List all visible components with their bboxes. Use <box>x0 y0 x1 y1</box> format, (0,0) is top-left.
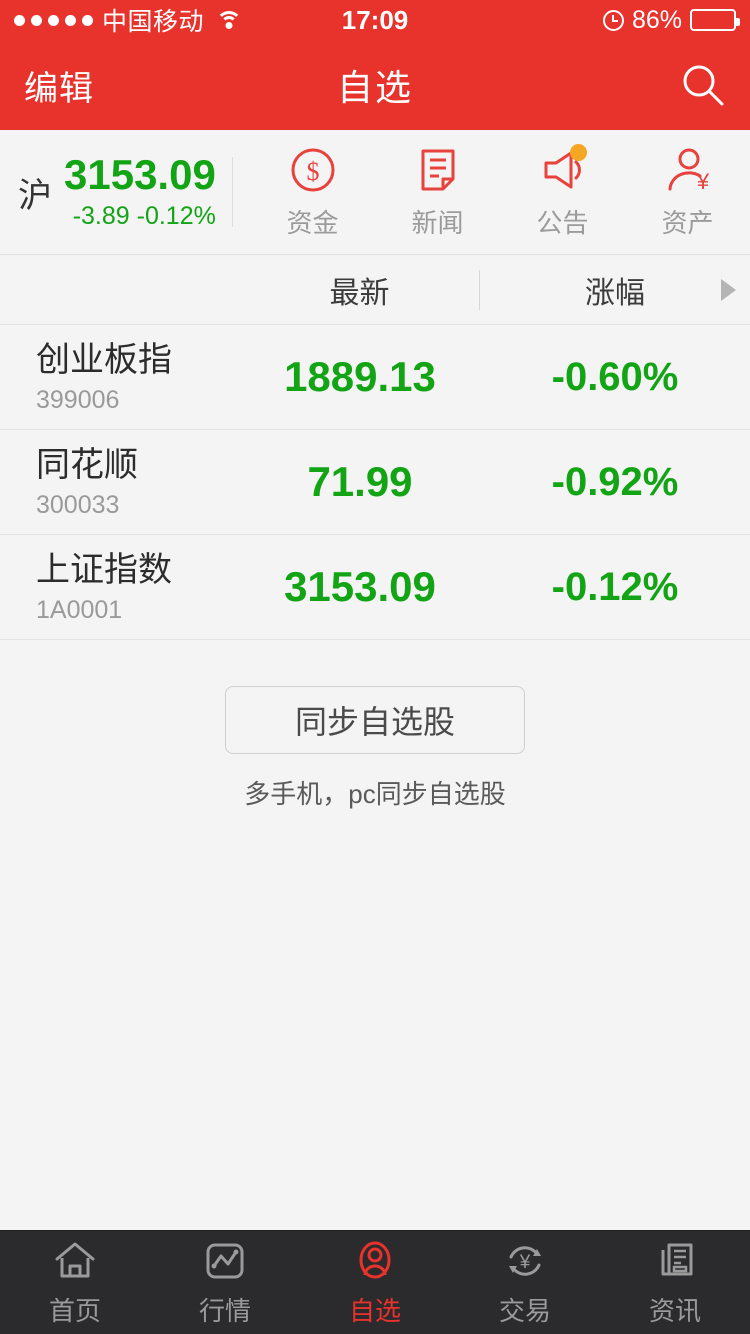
status-bar-right: 86% <box>602 5 740 35</box>
sync-hint-text: 多手机，pc同步自选股 <box>244 779 506 809</box>
home-icon <box>52 1238 98 1284</box>
tab-label: 自选 <box>348 1295 401 1326</box>
stock-identity: 上证指数 1A0001 <box>0 549 240 625</box>
nav-bar: 编辑 自选 <box>0 40 750 130</box>
quick-action-news[interactable]: 新闻 <box>375 145 500 240</box>
sync-section: 同步自选股 多手机，pc同步自选股 <box>0 640 750 811</box>
stock-name: 创业板指 <box>36 341 172 380</box>
quick-action-funds[interactable]: $ 资金 <box>250 145 375 240</box>
quick-actions: $ 资金 新闻 公告 ¥ 资产 <box>250 143 750 240</box>
quick-action-label: 公告 <box>536 207 589 238</box>
stock-code: 300033 <box>36 490 120 519</box>
index-market-label: 沪 <box>18 176 52 215</box>
stock-identity: 同花顺 300033 <box>0 444 240 520</box>
tab-trade[interactable]: ¥ 交易 <box>450 1231 600 1334</box>
column-header-change[interactable]: 涨幅 <box>480 268 750 312</box>
tab-label: 行情 <box>198 1295 251 1326</box>
index-summary[interactable]: 沪 3153.09 -3.89 -0.12% <box>0 153 250 230</box>
stock-price: 71.99 <box>307 458 413 505</box>
tab-home[interactable]: 首页 <box>0 1231 150 1334</box>
stock-change: -0.12% <box>551 564 679 609</box>
news-document-icon <box>412 145 464 197</box>
triangle-right-icon[interactable] <box>721 278 736 301</box>
dollar-circle-icon: $ <box>287 145 339 197</box>
megaphone-icon <box>537 143 589 197</box>
stock-change: -0.60% <box>551 354 679 399</box>
index-delta: -3.89 -0.12% <box>72 201 216 230</box>
stock-change: -0.92% <box>551 459 679 504</box>
stock-list: 创业板指 399006 1889.13 -0.60% 同花顺 300033 71… <box>0 325 750 640</box>
quick-action-label: 新闻 <box>411 207 464 238</box>
svg-text:$: $ <box>306 157 319 186</box>
quick-action-assets[interactable]: ¥ 资产 <box>625 145 750 240</box>
tab-label: 交易 <box>498 1295 551 1326</box>
alarm-clock-icon <box>602 9 624 31</box>
table-row[interactable]: 创业板指 399006 1889.13 -0.60% <box>0 325 750 430</box>
tab-bar: 首页 行情 自选 ¥ 交易 资讯 <box>0 1230 750 1334</box>
svg-text:¥: ¥ <box>695 169 709 194</box>
app-root: 中国移动 17:09 86% 编辑 自选 沪 3153.09 -3.89 -0.… <box>0 0 750 1334</box>
index-values: 3153.09 -3.89 -0.12% <box>64 153 216 230</box>
battery-icon <box>690 9 740 31</box>
index-quick-panel: 沪 3153.09 -3.89 -0.12% $ 资金 新闻 公告 ¥ 资产 <box>0 130 750 255</box>
line-chart-icon <box>202 1238 248 1284</box>
tab-news[interactable]: 资讯 <box>600 1231 750 1334</box>
page-title: 自选 <box>336 67 413 108</box>
tab-label: 首页 <box>48 1295 101 1326</box>
tab-watchlist[interactable]: 自选 <box>300 1231 450 1334</box>
battery-percent: 86% <box>631 5 682 34</box>
quick-action-announcements[interactable]: 公告 <box>500 143 625 240</box>
sync-watchlist-button[interactable]: 同步自选股 <box>225 686 525 754</box>
stock-code: 399006 <box>36 385 120 414</box>
stock-name: 上证指数 <box>36 551 172 590</box>
stock-name: 同花顺 <box>36 446 138 485</box>
status-bar: 中国移动 17:09 86% <box>0 0 750 40</box>
stock-code: 1A0001 <box>36 595 123 624</box>
stock-identity: 创业板指 399006 <box>0 339 240 415</box>
stock-price: 3153.09 <box>284 563 436 610</box>
list-column-header: 最新 涨幅 <box>0 255 750 325</box>
stock-price: 1889.13 <box>284 353 436 400</box>
person-yuan-icon: ¥ <box>662 145 714 197</box>
newspaper-icon <box>652 1238 698 1284</box>
panel-divider <box>231 157 233 227</box>
svg-text:¥: ¥ <box>519 1252 531 1273</box>
tab-label: 资讯 <box>648 1295 701 1326</box>
person-oval-icon <box>352 1238 398 1284</box>
table-row[interactable]: 上证指数 1A0001 3153.09 -0.12% <box>0 535 750 640</box>
quick-action-label: 资产 <box>661 207 714 238</box>
notification-badge <box>569 143 587 161</box>
index-price: 3153.09 <box>64 151 216 199</box>
column-header-latest[interactable]: 最新 <box>240 268 479 312</box>
yuan-refresh-icon: ¥ <box>502 1238 548 1284</box>
search-icon[interactable] <box>680 62 726 108</box>
table-row[interactable]: 同花顺 300033 71.99 -0.92% <box>0 430 750 535</box>
quick-action-label: 资金 <box>286 207 339 238</box>
tab-quotes[interactable]: 行情 <box>150 1231 300 1334</box>
